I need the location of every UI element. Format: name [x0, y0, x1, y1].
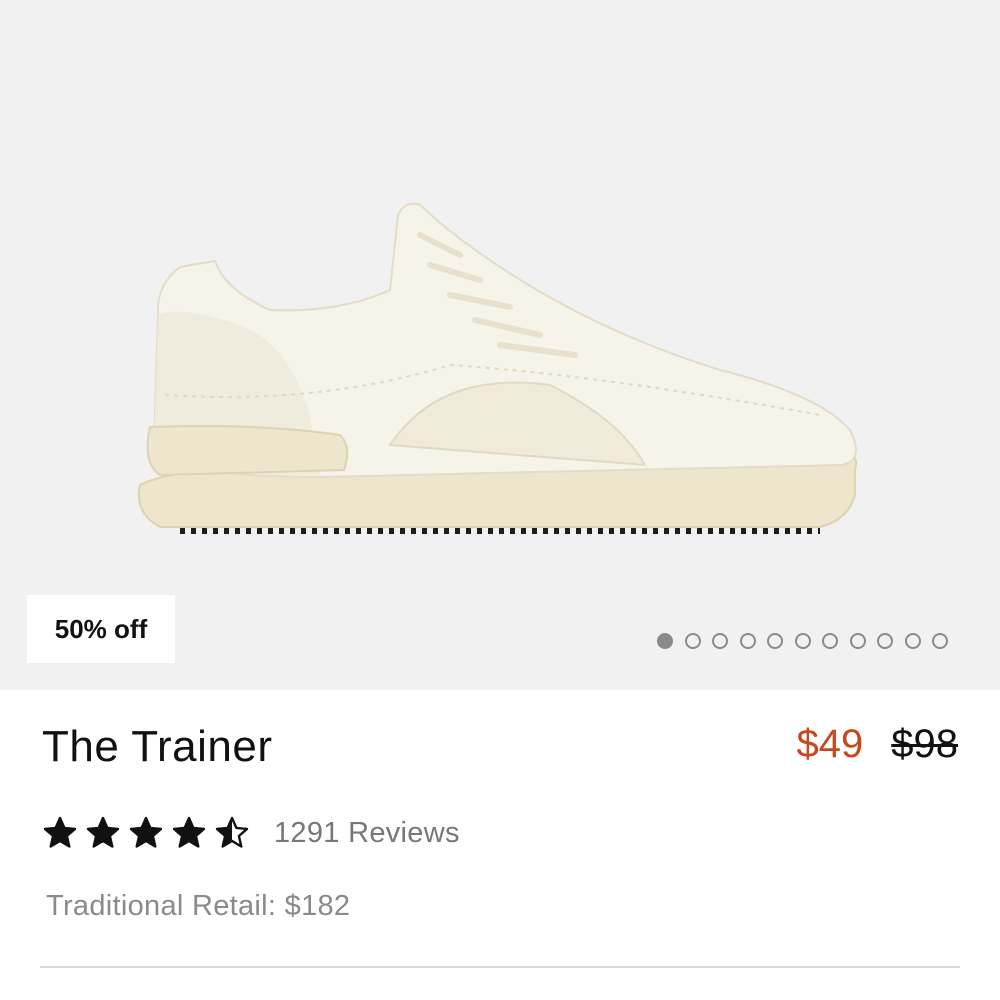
product-image-carousel[interactable]: 50% off: [0, 0, 1000, 690]
discount-badge: 50% off: [27, 595, 175, 663]
carousel-dot[interactable]: [932, 633, 948, 649]
carousel-dot[interactable]: [684, 633, 701, 649]
star-full-icon: [172, 816, 206, 848]
traditional-retail-price: Traditional Retail: $182: [46, 890, 351, 922]
carousel-dot[interactable]: [739, 633, 756, 649]
original-price: $98: [891, 722, 958, 766]
carousel-dot[interactable]: [822, 633, 838, 649]
star-full-icon: [86, 816, 120, 848]
carousel-dot[interactable]: [767, 633, 783, 649]
carousel-dot[interactable]: [849, 633, 866, 649]
divider: [40, 966, 960, 968]
shoe-image: [138, 202, 858, 534]
star-full-icon: [43, 816, 77, 848]
carousel-pagination[interactable]: [657, 630, 948, 652]
star-half-icon: [215, 816, 249, 848]
star-full-icon: [129, 816, 163, 848]
rating-row[interactable]: 1291 Reviews: [42, 812, 460, 854]
carousel-dot[interactable]: [712, 633, 728, 649]
sale-price: $49: [796, 722, 864, 766]
carousel-dot[interactable]: [904, 633, 921, 649]
carousel-dot[interactable]: [657, 633, 673, 649]
carousel-dot[interactable]: [877, 633, 893, 649]
carousel-dot[interactable]: [794, 633, 811, 649]
reviews-link[interactable]: 1291 Reviews: [274, 817, 460, 850]
price-group: $49 $98: [797, 722, 959, 767]
star-rating: [42, 815, 250, 851]
product-title: The Trainer: [42, 722, 273, 771]
